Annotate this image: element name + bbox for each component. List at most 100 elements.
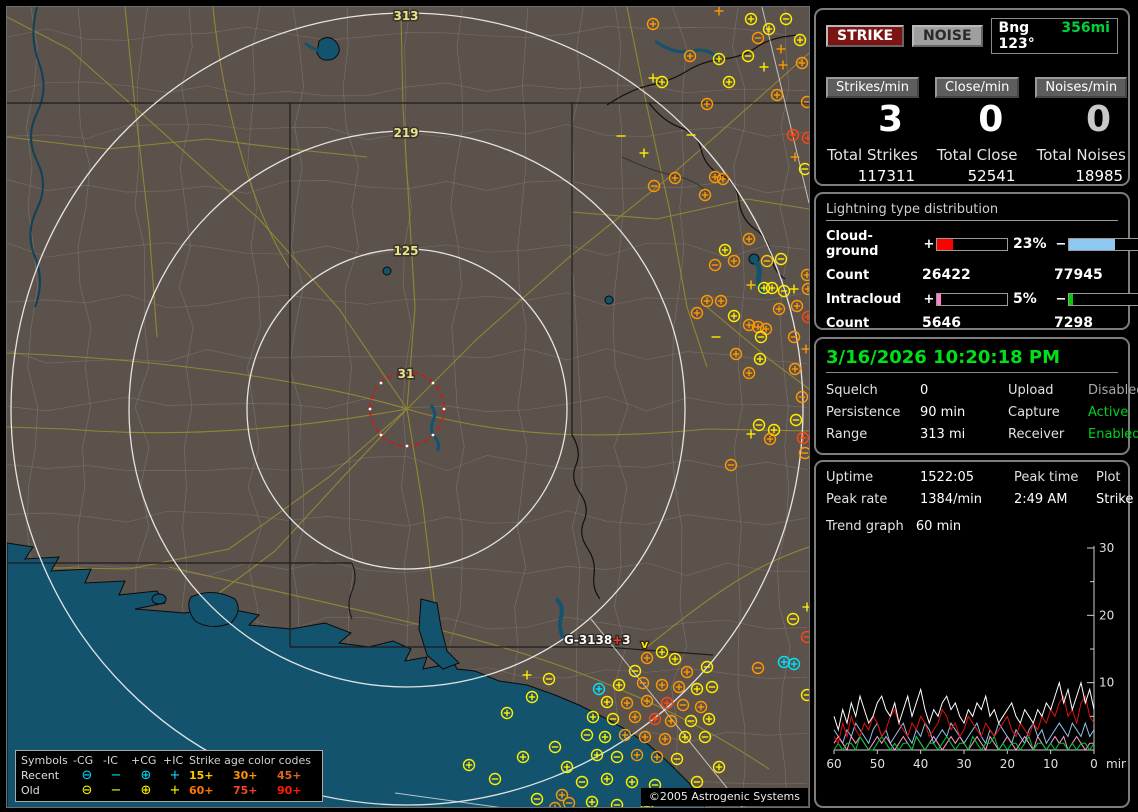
cg-negative-bar: [1068, 238, 1138, 251]
minus-sign: −: [1054, 292, 1068, 307]
cg-count-label: Count: [826, 268, 922, 283]
range-label: Range: [826, 427, 920, 442]
strikes-per-min-label: Strikes/min: [826, 77, 919, 98]
legend-symbol-old-1: −: [103, 783, 129, 798]
ic-positive-pct: 5%: [1008, 291, 1054, 307]
ic-count-label: Count: [826, 316, 922, 331]
ic-positive-count: 5646: [922, 315, 1054, 331]
ring-label-31: 31: [398, 367, 415, 381]
legend-symbol-recent-2: ⊕: [131, 768, 161, 783]
ic-positive-bar: [936, 293, 1008, 306]
plus-sign: +: [922, 237, 936, 252]
noises-per-min-label: Noises/min: [1035, 77, 1127, 98]
svg-text:20: 20: [1099, 608, 1114, 622]
capture-status: Active: [1088, 405, 1138, 420]
squelch-label: Squelch: [826, 383, 920, 398]
plus-sign: +: [922, 292, 936, 307]
total-strikes-value: 117311: [826, 167, 919, 185]
minus-sign: −: [1054, 237, 1068, 252]
ring-label-125: 125: [393, 244, 418, 258]
status-panel: 3/16/2026 10:20:18 PM Squelch 0 Upload D…: [814, 337, 1130, 455]
map-canvas[interactable]: 313 219 125 31 G-3138+3 v Symbols -CG -I…: [6, 6, 810, 808]
svg-text:G-3138+3: G-3138+3: [564, 633, 631, 647]
distribution-panel: Lightning type distribution Cloud-ground…: [814, 192, 1130, 330]
legend-age-30plus: 30+: [233, 768, 275, 783]
bearing-distance: 356mi: [1061, 20, 1110, 52]
noise-mode-button[interactable]: NOISE: [912, 25, 982, 47]
legend-symbol-recent-3: +: [163, 768, 187, 783]
close-per-min-column: Close/min 0 Total Close 52541: [935, 76, 1019, 185]
legend-row-recent: Recent: [21, 768, 71, 783]
svg-text:60: 60: [826, 757, 841, 771]
peak-time-value: 2:49 AM: [1014, 492, 1096, 507]
persistence-value: 90 min: [920, 405, 1008, 420]
legend-age-60plus: 60+: [189, 783, 231, 798]
cloud-ground-label: Cloud-ground: [826, 229, 922, 259]
legend-row-old: Old: [21, 783, 71, 798]
peak-rate-label: Peak rate: [826, 492, 920, 507]
svg-text:min: min: [1106, 757, 1126, 771]
svg-text:30: 30: [956, 757, 971, 771]
strikes-per-min-column: Strikes/min 3 Total Strikes 117311: [826, 76, 919, 185]
peak-rate-value: 1384/min: [920, 492, 1014, 507]
total-noises-label: Total Noises: [1035, 146, 1127, 164]
trend-graph-label: Trend graph: [826, 519, 904, 534]
legend-header-neg-ic: -IC: [103, 753, 129, 768]
ic-negative-bar: [1068, 293, 1138, 306]
stats-panel: STRIKE NOISE Bng 123° 356mi Strikes/min …: [814, 8, 1130, 186]
legend-age-90plus: 90+: [277, 783, 317, 798]
plot-label: Plot: [1096, 470, 1133, 485]
svg-text:40: 40: [913, 757, 928, 771]
uptime-value: 1522:05: [920, 470, 1014, 485]
svg-text:0: 0: [1090, 757, 1098, 771]
trend-window-value: 60 min: [916, 519, 961, 534]
upload-status: Disabled: [1088, 383, 1138, 398]
cg-positive-count: 26422: [922, 267, 1054, 283]
bearing-readout: Bng 123° 356mi: [991, 18, 1118, 54]
svg-text:30: 30: [1099, 541, 1114, 555]
legend-age-15plus: 15+: [189, 768, 231, 783]
bearing-value: Bng 123°: [999, 20, 1052, 52]
legend-symbol-old-3: +: [163, 783, 187, 798]
symbols-legend: Symbols -CG -IC +CG +IC Strike age color…: [15, 750, 323, 802]
uptime-label: Uptime: [826, 470, 920, 485]
ring-label-313: 313: [393, 9, 418, 23]
copyright-notice: ©2005 Astrogenic Systems: [641, 788, 808, 806]
cg-negative-count: 77945: [1054, 267, 1138, 283]
legend-symbol-old-2: ⊕: [131, 783, 161, 798]
legend-header-pos-ic: +IC: [163, 753, 187, 768]
receiver-status: Enabled: [1088, 427, 1138, 442]
total-close-label: Total Close: [935, 146, 1019, 164]
cg-positive-pct: 23%: [1008, 236, 1054, 252]
strike-mode-button[interactable]: STRIKE: [826, 25, 904, 47]
legend-header-pos-cg: +CG: [131, 753, 161, 768]
squelch-value: 0: [920, 383, 1008, 398]
legend-age-title: Strike age color codes: [189, 753, 317, 768]
cg-positive-bar: [936, 238, 1008, 251]
close-per-min-value: 0: [935, 100, 1019, 140]
persistence-label: Persistence: [826, 405, 920, 420]
capture-label: Capture: [1008, 405, 1088, 420]
legend-symbol-recent-0: ⊖: [73, 768, 101, 783]
distribution-title: Lightning type distribution: [826, 202, 1118, 221]
close-per-min-label: Close/min: [935, 77, 1019, 98]
upload-label: Upload: [1008, 383, 1088, 398]
legend-header-neg-cg: -CG: [73, 753, 101, 768]
total-close-value: 52541: [935, 167, 1019, 185]
ic-negative-count: 7298: [1054, 315, 1138, 331]
app-window: 313 219 125 31 G-3138+3 v Symbols -CG -I…: [0, 0, 1138, 812]
plot-value: Strike: [1096, 492, 1133, 507]
legend-header-symbols: Symbols: [21, 753, 71, 768]
range-value: 313 mi: [920, 427, 1008, 442]
datetime-display: 3/16/2026 10:20:18 PM: [826, 347, 1118, 373]
ring-label-219: 219: [393, 126, 418, 140]
legend-symbol-recent-1: −: [103, 768, 129, 783]
svg-text:10: 10: [1043, 757, 1058, 771]
total-strikes-label: Total Strikes: [826, 146, 919, 164]
noises-per-min-value: 0: [1035, 100, 1127, 140]
legend-age-75plus: 75+: [233, 783, 275, 798]
legend-age-45plus: 45+: [277, 768, 317, 783]
legend-symbol-old-0: ⊖: [73, 783, 101, 798]
noises-per-min-column: Noises/min 0 Total Noises 18985: [1035, 76, 1127, 185]
trend-graph: 1020306050403020100min: [826, 538, 1118, 792]
